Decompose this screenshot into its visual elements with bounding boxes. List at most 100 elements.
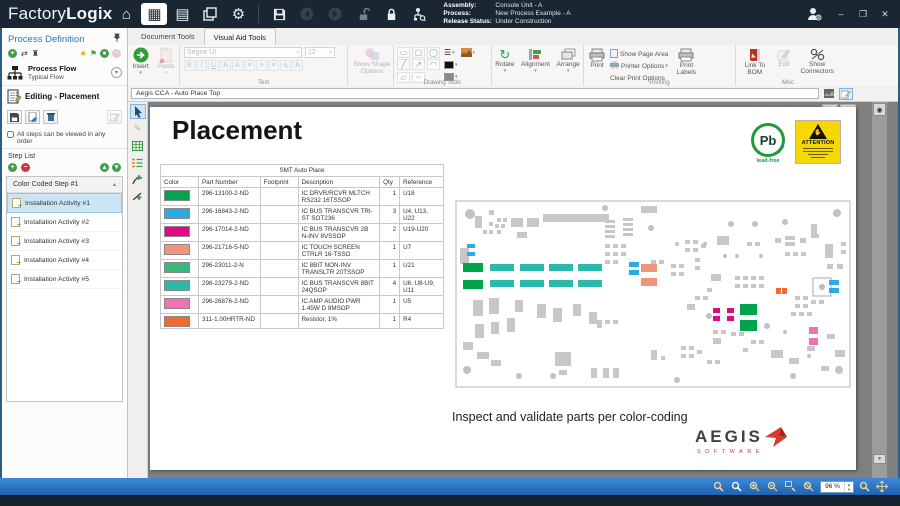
- font-size-combo[interactable]: 12▾: [305, 47, 335, 58]
- forward-icon[interactable]: [322, 3, 348, 25]
- user-account-icon[interactable]: [801, 3, 827, 25]
- process-audit-icon[interactable]: [406, 3, 432, 25]
- table-row[interactable]: 296-23279-2-NDIC BUS TRANSCVR 8BIT 24QSO…: [161, 278, 444, 296]
- pcb-diagram[interactable]: [455, 200, 851, 388]
- table-row[interactable]: 296-23011-2-NIC 8BIT NON-INV TRANSLTR 20…: [161, 260, 444, 278]
- zoom-one-to-one-icon[interactable]: [856, 481, 872, 493]
- tab-document-tools[interactable]: Document Tools: [132, 28, 204, 45]
- windows-icon[interactable]: [197, 3, 223, 25]
- draw-shape-button-1[interactable]: ▢: [412, 47, 425, 58]
- insert-button[interactable]: Insert▾: [130, 46, 152, 86]
- edit-step-button[interactable]: [107, 110, 122, 124]
- collapse-chevron-icon[interactable]: ▴: [113, 181, 116, 188]
- draw-shape-button-4[interactable]: ↗: [412, 59, 425, 70]
- tools-icon[interactable]: ♜: [32, 49, 39, 58]
- step-item-3[interactable]: Installation Activity #3: [7, 232, 122, 251]
- pin-icon[interactable]: [113, 33, 121, 45]
- production-icon[interactable]: ▤: [169, 3, 195, 25]
- draw-shape-button-0[interactable]: ▭: [397, 47, 410, 58]
- format-button-2[interactable]: U: [208, 60, 219, 71]
- zoom-spin-down-icon[interactable]: ▼: [845, 487, 853, 492]
- zoom-fit-icon[interactable]: [800, 481, 816, 493]
- format-button-3[interactable]: A: [220, 60, 231, 71]
- scroll-marker-icon[interactable]: ●: [873, 454, 886, 464]
- add-icon[interactable]: +: [8, 49, 17, 58]
- zoom-select-icon[interactable]: [728, 481, 744, 493]
- minimize-button[interactable]: –: [832, 6, 850, 22]
- add-step-icon[interactable]: +: [8, 163, 17, 172]
- rotate-button[interactable]: ↻Rotate▾: [492, 47, 517, 86]
- move-down-icon[interactable]: ▾: [112, 163, 121, 172]
- add-anchor-tool[interactable]: [130, 172, 146, 187]
- zoom-region-icon[interactable]: [782, 481, 798, 493]
- font-family-combo[interactable]: Segoe UI▾: [184, 47, 302, 58]
- table-tool[interactable]: [130, 138, 146, 153]
- scroll-up-icon[interactable]: ◉: [873, 103, 886, 116]
- step-item-2[interactable]: Installation Activity #2: [7, 213, 122, 232]
- move-up-icon[interactable]: ▴: [100, 163, 109, 172]
- lock-icon[interactable]: [378, 3, 404, 25]
- line-color-button[interactable]: ▾: [444, 59, 458, 70]
- snapshot-icon[interactable]: [822, 88, 836, 100]
- table-row[interactable]: 296-26876-2-NDIC AMP AUDIO PWR 1.45W D 8…: [161, 296, 444, 314]
- table-row[interactable]: 311-1.00HRTR-NDResistor, 1%1R4: [161, 314, 444, 329]
- draw-shape-button-2[interactable]: ◯: [427, 47, 440, 58]
- swap-icon[interactable]: ⇄: [21, 49, 28, 58]
- table-row[interactable]: 296-16843-2-NDIC BUS TRANSCVR TRI-ST SOT…: [161, 206, 444, 224]
- delete-doc-button[interactable]: [43, 110, 58, 124]
- zoom-percent-spinner[interactable]: 96 % ▲▼: [820, 481, 854, 493]
- chevron-down-icon[interactable]: ▾: [111, 67, 122, 78]
- restore-button[interactable]: ❐: [854, 6, 872, 22]
- format-button-9[interactable]: A: [292, 60, 303, 71]
- step-item-5[interactable]: Installation Activity #5: [7, 270, 122, 289]
- draw-shape-button-3[interactable]: ╱: [397, 59, 410, 70]
- format-button-5[interactable]: ≡: [244, 60, 255, 71]
- zoom-in-icon[interactable]: [746, 481, 762, 493]
- paste-button[interactable]: Paste▾: [155, 46, 178, 86]
- go-icon[interactable]: ●: [100, 49, 109, 58]
- step-group-header[interactable]: Color Coded Step #1 ▴: [7, 177, 122, 193]
- alignment-button[interactable]: Alignment▾: [518, 47, 553, 86]
- image-button[interactable]: ▾: [461, 47, 476, 58]
- step-item-1[interactable]: Installation Activity #1: [7, 193, 122, 213]
- vertical-scrollbar[interactable]: ◉ ●: [872, 102, 887, 478]
- printer-options-button[interactable]: Printer Options▾: [610, 60, 668, 72]
- show-page-area-button[interactable]: Show Page Area: [610, 48, 668, 60]
- format-button-0[interactable]: B: [184, 60, 195, 71]
- unlock-icon[interactable]: [350, 3, 376, 25]
- save-step-button[interactable]: [7, 110, 22, 124]
- flag-icon[interactable]: ⚑: [90, 49, 97, 58]
- format-button-7[interactable]: ≡: [268, 60, 279, 71]
- table-row[interactable]: 296-21716-5-NDIC TOUCH SCREEN CTRLR 16-T…: [161, 242, 444, 260]
- back-icon[interactable]: [294, 3, 320, 25]
- format-button-1[interactable]: I: [196, 60, 207, 71]
- edit-mode-icon[interactable]: [839, 88, 853, 100]
- arrange-button[interactable]: Arrange▾: [554, 47, 583, 86]
- import-doc-button[interactable]: [25, 110, 40, 124]
- draw-shape-button-5[interactable]: ◠: [427, 59, 440, 70]
- pan-icon[interactable]: [874, 481, 890, 493]
- show-shape-options-button[interactable]: Show Shape Options: [348, 47, 396, 76]
- highlight-icon[interactable]: ★: [80, 49, 87, 58]
- remove-step-icon[interactable]: −: [21, 163, 30, 172]
- tab-visual-aid-tools[interactable]: Visual Aid Tools: [204, 28, 276, 45]
- smt-auto-place-table[interactable]: SMT Auto Place ColorPart NumberFootprint…: [160, 164, 444, 329]
- zoom-out-icon[interactable]: [764, 481, 780, 493]
- settings-gear-icon[interactable]: ⚙: [225, 3, 251, 25]
- format-button-8[interactable]: ✎: [280, 60, 291, 71]
- planning-grid-icon[interactable]: ▦: [141, 3, 167, 25]
- format-button-6[interactable]: ≡: [256, 60, 267, 71]
- table-row[interactable]: 296-13100-2-NDIC DRVR/RCVR MLTCH RS232 1…: [161, 188, 444, 206]
- draw-tool[interactable]: ✎: [130, 121, 146, 136]
- format-button-4[interactable]: A: [232, 60, 243, 71]
- list-tool[interactable]: [130, 155, 146, 170]
- zoom-lock-icon[interactable]: [710, 481, 726, 493]
- line-weight-button[interactable]: ☰▾: [444, 47, 458, 58]
- remove-icon-disabled[interactable]: −: [112, 49, 121, 58]
- document-title-field[interactable]: Aegis CCA - Auto Place Top: [131, 88, 819, 99]
- any-order-checkbox[interactable]: [7, 131, 14, 138]
- table-row[interactable]: 296-17014-2-NDIC BUS TRANSCVR 2B N-INV 8…: [161, 224, 444, 242]
- close-button[interactable]: ✕: [876, 6, 894, 22]
- select-tool[interactable]: [130, 104, 146, 119]
- save-icon[interactable]: [266, 3, 292, 25]
